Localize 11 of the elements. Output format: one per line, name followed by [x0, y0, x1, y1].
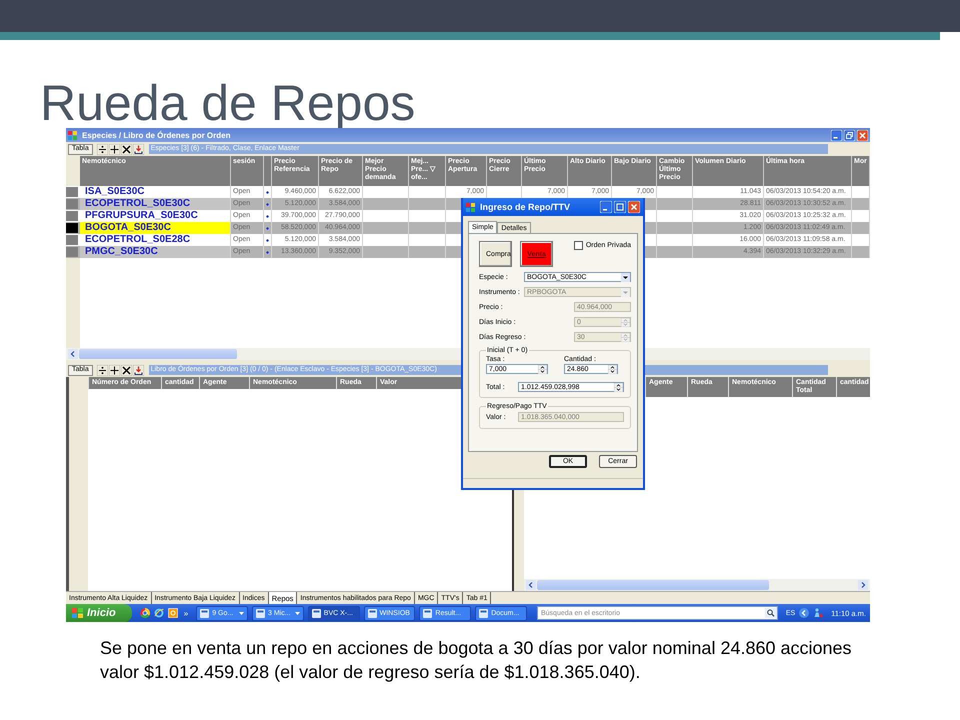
table-cell: ECOPETROL_S0E28C	[85, 234, 190, 246]
slide-title: Rueda de Repos	[40, 78, 416, 128]
table-cell: ECOPETROL_S0E30C	[85, 198, 190, 210]
slide-caption: Se pone en venta un repo en acciones de bogota a 30 días por valor nominal 24.860 acciones valor $1.012.459.028 (el valor de regreso sería de $1.018.365.040).	[100, 637, 853, 684]
dialog-title: Ingreso de Repo/TTV	[480, 202, 570, 212]
table-cell: BOGOTA_S0E30C	[85, 222, 171, 234]
table-cell: ISA_S0E30C	[85, 186, 144, 198]
start-label: Inicio	[87, 607, 116, 619]
table-cell: PMGC_S0E30C	[85, 246, 158, 258]
table-cell: PFGRUPSURA_S0E30C	[85, 210, 198, 222]
window-title: Especies / Libro de Órdenes por Orden	[82, 130, 230, 140]
